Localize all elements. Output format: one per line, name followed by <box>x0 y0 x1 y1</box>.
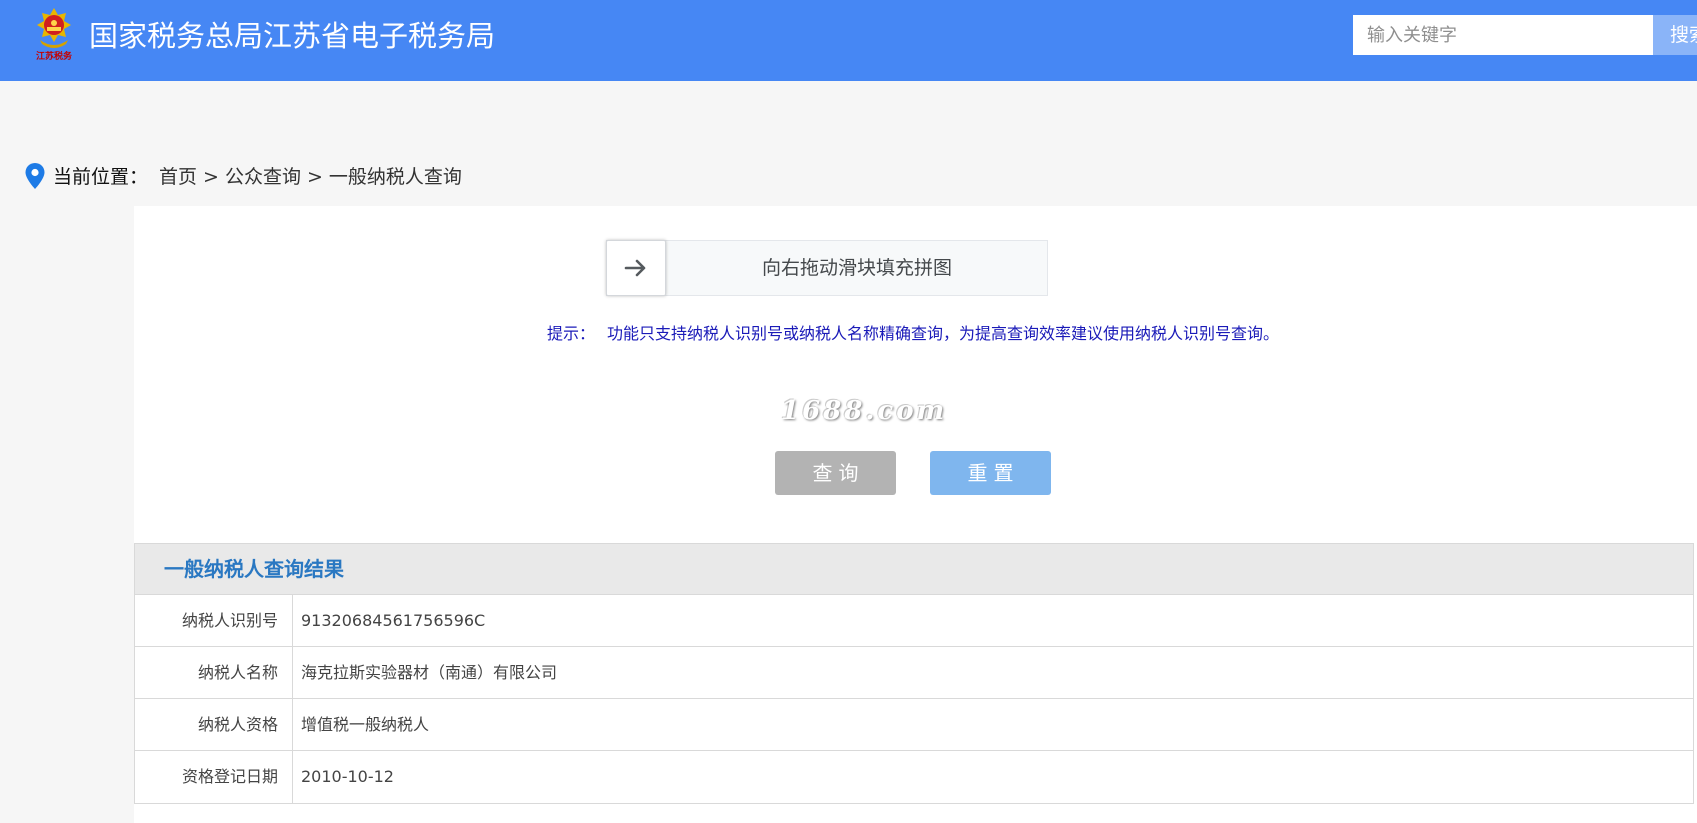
reset-button[interactable]: 重置 <box>930 451 1051 495</box>
tip-label: 提示： <box>547 324 596 343</box>
breadcrumb-current: 一般纳税人查询 <box>328 166 462 188</box>
row-label: 纳税人识别号 <box>135 595 293 646</box>
breadcrumb-separator: > <box>306 166 323 188</box>
table-row: 资格登记日期 2010-10-12 <box>135 751 1693 803</box>
slider-captcha: 向右拖动滑块填充拼图 <box>606 240 1048 296</box>
search-button[interactable]: 搜索 <box>1653 15 1697 55</box>
row-value: 91320684561756596C <box>301 611 486 630</box>
breadcrumb-home[interactable]: 首页 <box>159 166 197 188</box>
breadcrumb-separator: > <box>203 166 219 188</box>
table-row: 纳税人资格 增值税一般纳税人 <box>135 699 1693 751</box>
main-content: 向右拖动滑块填充拼图 提示： 功能只支持纳税人识别号或纳税人名称精确查询，为提高查… <box>134 206 1697 823</box>
slider-instruction: 向右拖动滑块填充拼图 <box>761 257 952 279</box>
site-header: 江苏税务 国家税务总局江苏省电子税务局 搜索 <box>0 0 1697 81</box>
row-value: 2010-10-12 <box>301 767 394 786</box>
watermark: 1688.com <box>781 396 948 426</box>
row-label: 纳税人资格 <box>135 699 293 750</box>
breadcrumb: 当前位置： 首页 > 公众查询 > 一般纳税人查询 <box>0 160 1697 205</box>
tip-text: 功能只支持纳税人识别号或纳税人名称精确查询，为提高查询效率建议使用纳税人识别号查… <box>607 324 1280 343</box>
row-value: 增值税一般纳税人 <box>301 715 430 734</box>
slider-handle[interactable] <box>606 240 666 296</box>
result-title: 一般纳税人查询结果 <box>135 544 1693 595</box>
row-value: 海克拉斯实验器材（南通）有限公司 <box>301 663 558 682</box>
site-title: 国家税务总局江苏省电子税务局 <box>89 19 496 53</box>
breadcrumb-public-query[interactable]: 公众查询 <box>225 166 301 188</box>
query-tip: 提示： 功能只支持纳税人识别号或纳税人名称精确查询，为提高查询效率建议使用纳税人识… <box>547 322 1279 346</box>
breadcrumb-links: 首页 > 公众查询 > 一般纳税人查询 <box>159 165 462 189</box>
breadcrumb-prefix: 当前位置： <box>53 166 149 188</box>
row-label: 纳税人名称 <box>135 647 293 698</box>
arrow-right-icon <box>624 259 646 277</box>
tax-emblem-logo[interactable]: 江苏税务 <box>30 6 78 64</box>
row-label: 资格登记日期 <box>135 751 293 803</box>
location-pin-icon <box>25 163 45 189</box>
logo-caption: 江苏税务 <box>35 52 72 62</box>
emblem-icon <box>37 8 71 48</box>
table-row: 纳税人识别号 91320684561756596C <box>135 595 1693 647</box>
search-input[interactable] <box>1353 15 1653 55</box>
table-row: 纳税人名称 海克拉斯实验器材（南通）有限公司 <box>135 647 1693 699</box>
result-table: 一般纳税人查询结果 纳税人识别号 91320684561756596C 纳税人名… <box>134 543 1694 804</box>
query-button[interactable]: 查询 <box>775 451 896 495</box>
